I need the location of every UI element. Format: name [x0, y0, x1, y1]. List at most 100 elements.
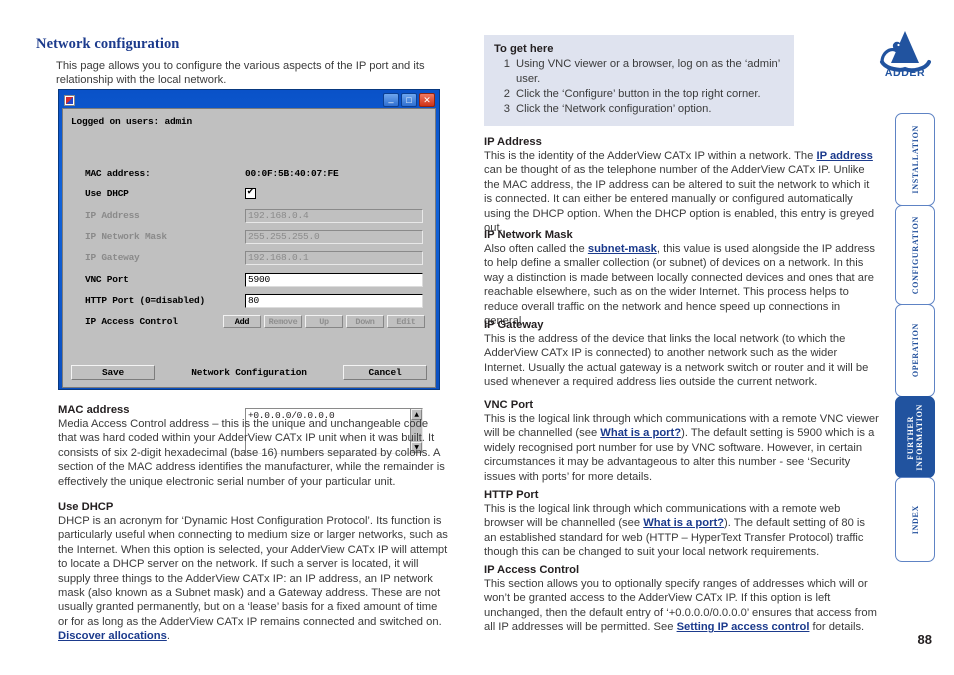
ip-network-mask-input[interactable]: 255.255.255.0	[245, 229, 423, 244]
section-body-post: , this value is used alongside the IP ad…	[484, 243, 875, 328]
sidebar-item-configuration[interactable]: CONFIGURATION	[895, 205, 935, 305]
section-body-pre: DHCP is an acronym for ‘Dynamic Host Con…	[58, 515, 448, 628]
field-label-ip-network-mask: IP Network Mask	[85, 231, 167, 242]
section-mac-address: MAC address Media Access Control address…	[58, 404, 448, 489]
sidebar-item-label: INDEX	[910, 504, 920, 535]
left-column: Network configuration This page allows y…	[36, 36, 448, 88]
sidebar-tabs: INSTALLATION CONFIGURATION OPERATION FUR…	[895, 113, 935, 562]
close-button[interactable]: ✕	[419, 93, 435, 107]
field-label-vnc-port: VNC Port	[85, 274, 129, 285]
section-body: Also often called the subnet-mask, this …	[484, 242, 880, 328]
what-is-a-port-link[interactable]: What is a port?	[643, 517, 724, 529]
field-label-ip-access-control: IP Access Control	[85, 316, 178, 327]
step-number: 3	[503, 103, 510, 115]
section-body: This is the identity of the AdderView CA…	[484, 149, 880, 235]
section-ip-access-control: IP Access Control This section allows yo…	[484, 564, 880, 635]
section-body: This is the logical link through which c…	[484, 412, 880, 484]
sidebar-item-label: OPERATION	[910, 323, 920, 378]
step-text: Using VNC viewer or a browser, log on as…	[516, 58, 780, 85]
sidebar-item-label: FURTHER INFORMATION	[906, 403, 924, 471]
section-body-pre: This is the identity of the AdderView CA…	[484, 150, 817, 162]
sidebar-item-index[interactable]: INDEX	[895, 477, 935, 562]
acl-remove-button[interactable]: Remove	[264, 315, 302, 328]
to-get-here-callout: To get here 1 Using VNC viewer or a brow…	[484, 35, 794, 126]
field-row-ip-access-control: IP Access Control Add Remove Up Down Edi…	[85, 314, 425, 329]
field-label-http-port: HTTP Port (0=disabled)	[85, 295, 205, 306]
section-body-post: .	[166, 630, 170, 643]
vnc-port-input[interactable]: 5900	[245, 272, 423, 287]
field-label-ip-gateway: IP Gateway	[85, 252, 140, 263]
step-number: 1	[503, 58, 510, 70]
close-icon: ✕	[423, 95, 431, 105]
field-row-ip-address: IP Address 192.168.0.4	[85, 208, 425, 223]
to-get-here-title: To get here	[494, 43, 554, 55]
setting-ip-access-control-link[interactable]: Setting IP access control	[677, 621, 810, 633]
section-heading: IP Gateway	[484, 319, 544, 331]
dialog-titlebar[interactable]: _ □ ✕	[62, 92, 436, 108]
section-ip-address: IP Address This is the identity of the A…	[484, 136, 880, 235]
ip-address-link[interactable]: IP address	[816, 150, 872, 162]
use-dhcp-checkbox[interactable]	[245, 187, 256, 199]
sidebar-item-label: INSTALLATION	[910, 125, 920, 194]
section-use-dhcp: Use DHCP DHCP is an acronym for ‘Dynamic…	[58, 501, 448, 644]
sidebar-item-installation[interactable]: INSTALLATION	[895, 113, 935, 206]
section-heading: MAC address	[58, 404, 130, 416]
field-row-mac-address: MAC address: 00:0F:5B:40:07:FE	[85, 166, 425, 181]
vnc-dialog-window: _ □ ✕ Logged on users: admin MAC address…	[58, 89, 440, 454]
section-http-port: HTTP Port This is the logical link throu…	[484, 489, 880, 560]
field-label-mac-address: MAC address:	[85, 168, 151, 179]
sidebar-item-further-information[interactable]: FURTHER INFORMATION	[895, 396, 935, 478]
acl-down-button[interactable]: Down	[346, 315, 384, 328]
acl-add-button[interactable]: Add	[223, 315, 261, 328]
section-body: DHCP is an acronym for ‘Dynamic Host Con…	[58, 514, 448, 644]
sidebar-item-operation[interactable]: OPERATION	[895, 304, 935, 397]
section-heading: IP Address	[484, 136, 542, 148]
page-intro: This page allows you to configure the va…	[56, 60, 425, 87]
field-row-ip-gateway: IP Gateway 192.168.0.1	[85, 250, 425, 265]
page-number: 88	[917, 632, 932, 647]
section-body: This section allows you to optionally sp…	[484, 577, 880, 635]
svg-text:ADDER: ADDER	[885, 67, 925, 78]
page-title: Network configuration	[36, 36, 180, 52]
section-body-post: for details.	[809, 621, 865, 634]
section-vnc-port: VNC Port This is the logical link throug…	[484, 399, 880, 484]
acl-up-button[interactable]: Up	[305, 315, 343, 328]
section-body-post: can be thought of as the telephone numbe…	[484, 164, 875, 235]
section-ip-network-mask: IP Network Mask Also often called the su…	[484, 229, 880, 328]
logged-on-users-label: Logged on users: admin	[71, 116, 193, 127]
vnc-app-icon	[64, 94, 75, 106]
to-get-here-step: 2 Click the ‘Configure’ button in the to…	[494, 87, 784, 102]
acl-edit-button[interactable]: Edit	[387, 315, 425, 328]
step-text: Click the ‘Configure’ button in the top …	[516, 88, 761, 100]
section-heading: HTTP Port	[484, 489, 539, 501]
section-body: Media Access Control address – this is t…	[58, 418, 445, 488]
minimize-icon: _	[388, 93, 394, 103]
field-label-ip-address: IP Address	[85, 210, 140, 221]
discover-allocations-link[interactable]: Discover allocations	[58, 630, 167, 642]
ip-gateway-input[interactable]: 192.168.0.1	[245, 250, 423, 265]
field-row-vnc-port: VNC Port 5900	[85, 272, 425, 287]
section-heading: IP Network Mask	[484, 229, 573, 241]
what-is-a-port-link[interactable]: What is a port?	[600, 427, 681, 439]
maximize-button[interactable]: □	[401, 93, 417, 107]
section-heading: Use DHCP	[58, 501, 114, 513]
field-row-use-dhcp: Use DHCP	[85, 186, 425, 201]
field-value-mac-address: 00:0F:5B:40:07:FE	[245, 168, 339, 179]
adder-logo: ADDER	[872, 26, 938, 79]
maximize-icon: □	[406, 95, 412, 105]
minimize-button[interactable]: _	[383, 93, 399, 107]
dialog-client-area: Logged on users: admin MAC address: 00:0…	[62, 108, 436, 454]
field-row-ip-network-mask: IP Network Mask 255.255.255.0	[85, 229, 425, 244]
section-ip-gateway: IP Gateway This is the address of the de…	[484, 319, 880, 390]
subnet-mask-link[interactable]: subnet-mask	[588, 243, 657, 255]
window-controls: _ □ ✕	[383, 93, 435, 107]
field-label-use-dhcp: Use DHCP	[85, 188, 129, 199]
cancel-button[interactable]: Cancel	[343, 365, 427, 380]
ip-address-input[interactable]: 192.168.0.4	[245, 208, 423, 223]
step-text: Click the ‘Network configuration’ option…	[516, 103, 712, 115]
http-port-input[interactable]: 80	[245, 293, 423, 308]
section-body: This is the address of the device that l…	[484, 333, 869, 389]
to-get-here-step: 1 Using VNC viewer or a browser, log on …	[494, 57, 784, 87]
field-row-http-port: HTTP Port (0=disabled) 80	[85, 293, 425, 308]
section-body: This is the logical link through which c…	[484, 502, 880, 560]
